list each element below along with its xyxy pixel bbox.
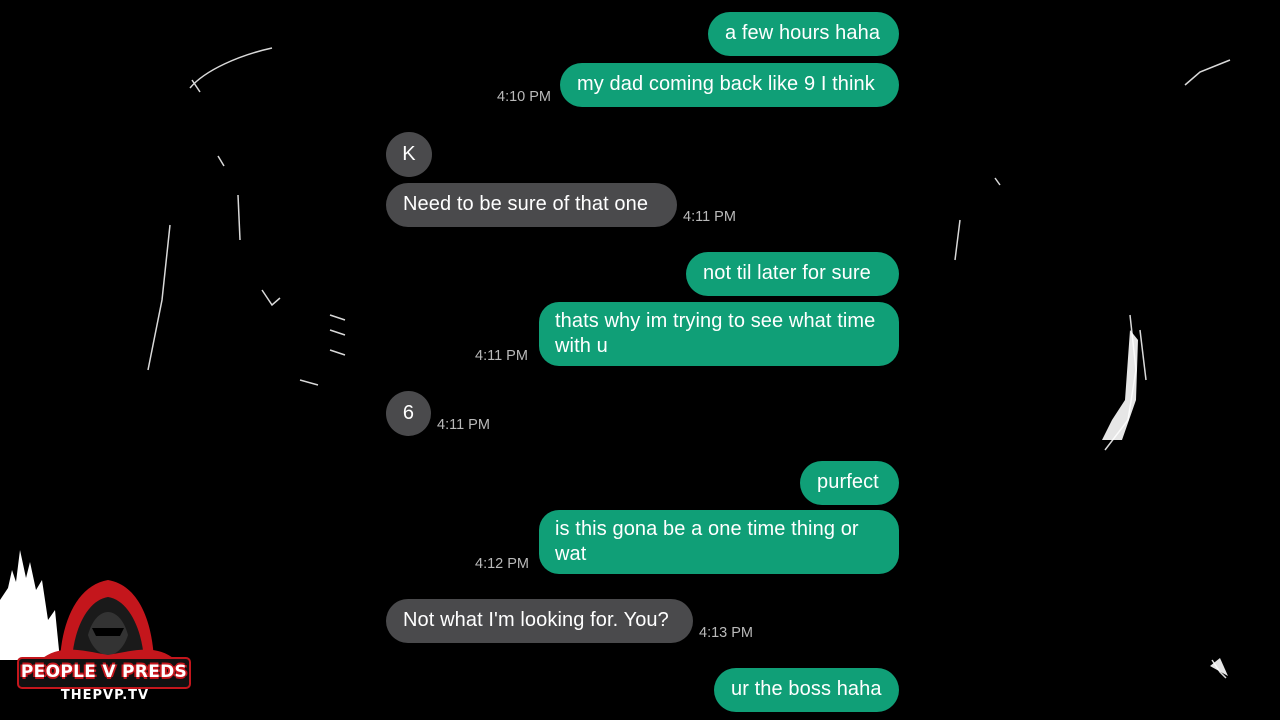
message-bubble-sent[interactable]: a few hours haha bbox=[708, 12, 899, 56]
message-bubble-sent[interactable]: not til later for sure bbox=[686, 252, 899, 296]
message-timestamp: 4:13 PM bbox=[699, 625, 753, 641]
message-bubble-sent[interactable]: purfect bbox=[800, 461, 899, 505]
message-timestamp: 4:10 PM bbox=[497, 89, 551, 105]
logo-subtitle: THEPVP.TV bbox=[60, 688, 150, 703]
message-bubble-sent[interactable]: my dad coming back like 9 I think bbox=[560, 63, 899, 107]
logo-title: PEOPLE V PREDS bbox=[20, 662, 188, 682]
message-bubble-sent[interactable]: ur the boss haha bbox=[714, 668, 899, 712]
message-timestamp: 4:11 PM bbox=[437, 417, 490, 433]
message-timestamp: 4:11 PM bbox=[683, 209, 736, 225]
message-timestamp: 4:11 PM bbox=[475, 348, 528, 364]
message-timestamp: 4:12 PM bbox=[475, 556, 529, 572]
message-bubble-sent[interactable]: thats why im trying to see what time wit… bbox=[539, 302, 899, 366]
message-bubble-received[interactable]: Need to be sure of that one bbox=[386, 183, 677, 227]
message-bubble-received[interactable]: Not what I'm looking for. You? bbox=[386, 599, 693, 643]
message-bubble-sent[interactable]: is this gona be a one time thing or wat bbox=[539, 510, 899, 574]
message-bubble-received[interactable]: 6 bbox=[386, 391, 431, 436]
message-bubble-received[interactable]: K bbox=[386, 132, 432, 177]
